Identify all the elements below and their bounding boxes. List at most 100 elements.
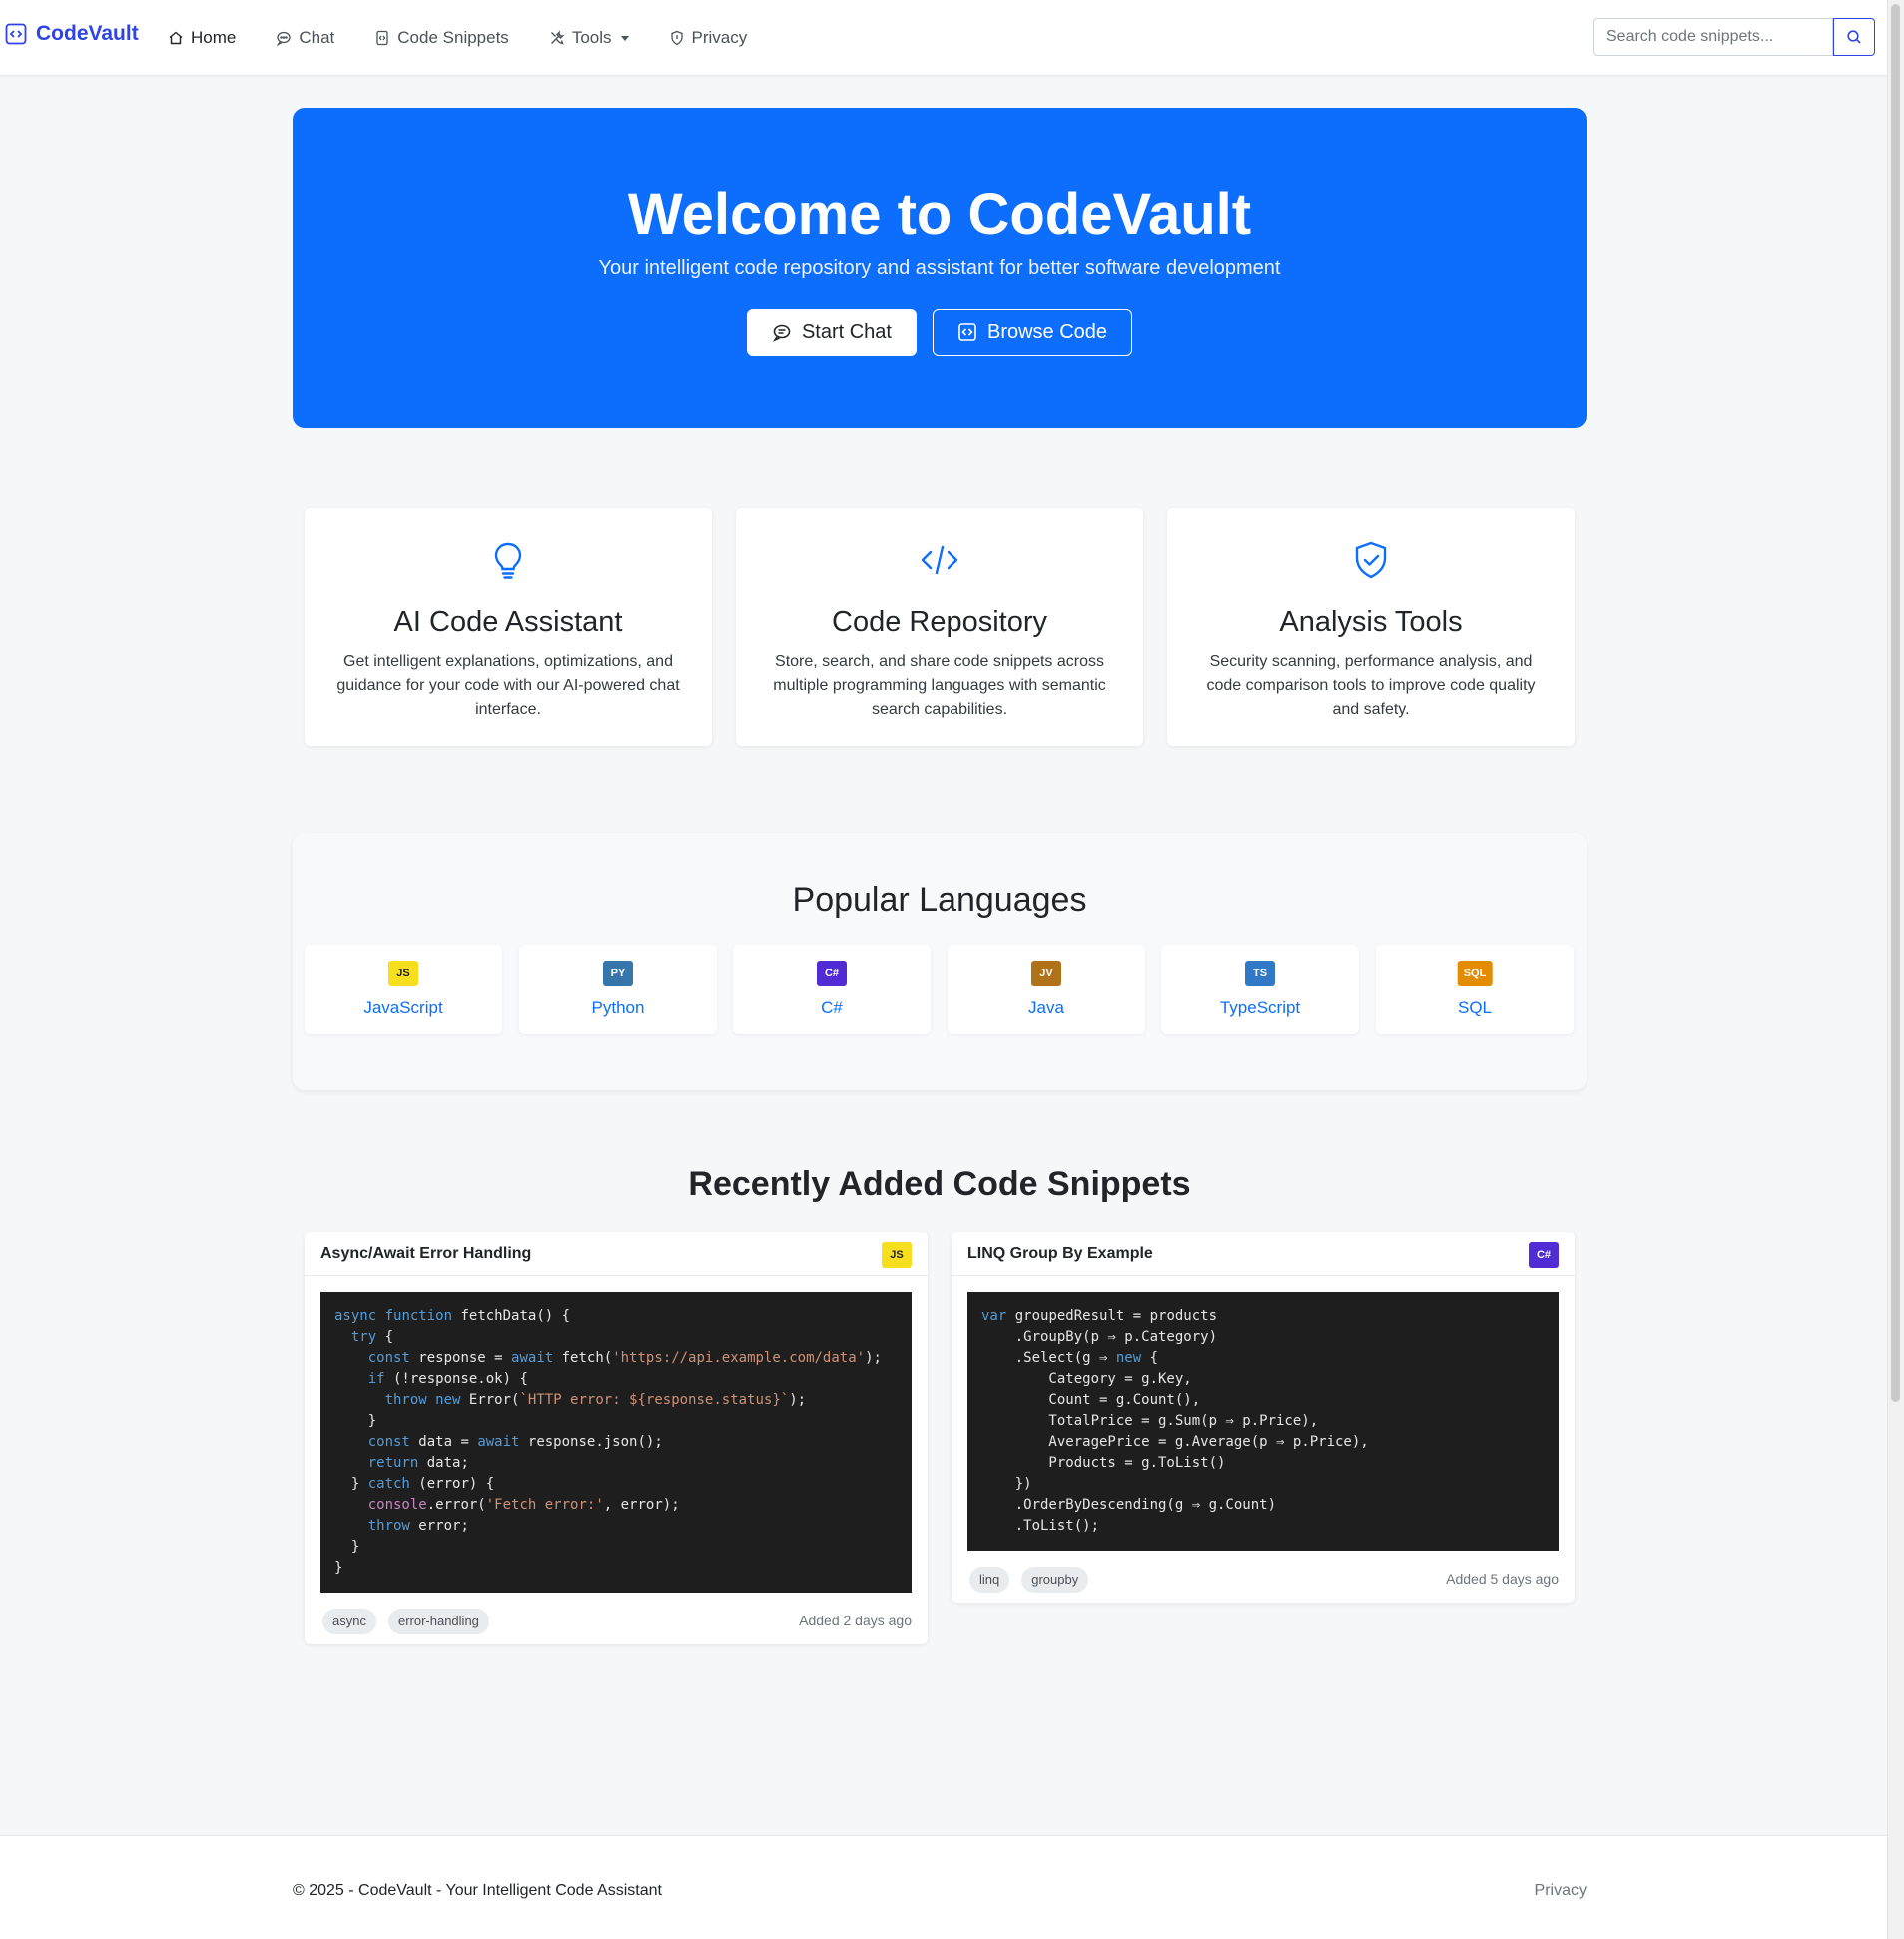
- code-block: async function fetchData() { try { const…: [320, 1292, 912, 1593]
- tools-icon: [550, 30, 565, 45]
- language-card-java[interactable]: JV Java: [948, 945, 1145, 1034]
- nav-chat[interactable]: Chat: [276, 24, 334, 52]
- snippet-card[interactable]: Async/Await Error Handling JS async func…: [305, 1232, 928, 1644]
- caret-down-icon: [620, 35, 629, 41]
- scrollbar-thumb[interactable]: [1891, 4, 1900, 1402]
- tag[interactable]: async: [322, 1609, 376, 1634]
- nav-menu: Home Chat Code Snippets Tools Privacy: [168, 24, 787, 52]
- tag[interactable]: groupby: [1021, 1567, 1089, 1593]
- shield-check-icon: [1355, 541, 1387, 579]
- language-name: Python: [591, 998, 645, 1017]
- code-line: Category = g.Key,: [981, 1371, 1192, 1387]
- snippet-title[interactable]: Async/Await Error Handling: [320, 1245, 531, 1263]
- code-square-icon: [958, 323, 976, 341]
- code-line: } catch (error) {: [334, 1476, 495, 1492]
- tag[interactable]: error-handling: [387, 1609, 489, 1634]
- code-block: var groupedResult = products .GroupBy(p …: [967, 1292, 1559, 1551]
- code-line: }): [981, 1476, 1032, 1492]
- search-form: [1593, 18, 1875, 56]
- navbar: CodeVault Home Chat Code Snippets Tools …: [0, 0, 1887, 76]
- snippet-header: Async/Await Error Handling JS: [305, 1232, 928, 1276]
- language-badge: SQL: [1457, 961, 1493, 986]
- lightbulb-icon: [494, 542, 522, 579]
- nav-home[interactable]: Home: [168, 24, 236, 52]
- code-line: .OrderByDescending(g ⇒ g.Count): [981, 1497, 1277, 1513]
- language-name: C#: [821, 998, 843, 1017]
- language-badge: JS: [388, 961, 418, 986]
- house-icon: [169, 31, 183, 45]
- snippet-footer: linq groupby Added 5 days ago: [952, 1551, 1575, 1603]
- language-name: TypeScript: [1219, 998, 1301, 1017]
- feature-title: AI Code Assistant: [393, 606, 623, 638]
- feature-text: Get intelligent explanations, optimizati…: [336, 653, 680, 718]
- start-chat-button[interactable]: Start Chat: [746, 309, 917, 356]
- feature-text: Security scanning, performance analysis,…: [1206, 653, 1536, 718]
- file-code-icon: [376, 30, 388, 46]
- tag-list: linq groupby: [969, 1567, 1089, 1593]
- popular-languages-section: Popular Languages JS JavaScript PY Pytho…: [293, 833, 1587, 1090]
- nav-tools-dropdown[interactable]: Tools: [549, 24, 629, 52]
- language-badge: JV: [1031, 961, 1061, 986]
- snippet-title[interactable]: LINQ Group By Example: [967, 1245, 1153, 1263]
- code-line: Count = g.Count(),: [981, 1392, 1201, 1408]
- hero-actions: Start Chat Browse Code: [293, 309, 1587, 356]
- feature-card-analysis-tools: Analysis Tools Security scanning, perfor…: [1167, 508, 1575, 746]
- code-line: }: [334, 1413, 377, 1429]
- footer-privacy-link[interactable]: Privacy: [1535, 1882, 1587, 1900]
- shield-icon: [670, 30, 683, 46]
- copyright: © 2025 - CodeVault - Your Intelligent Co…: [293, 1882, 662, 1899]
- chat-icon: [277, 31, 292, 46]
- search-icon: [1847, 30, 1861, 44]
- language-card-javascript[interactable]: JS JavaScript: [305, 945, 502, 1034]
- feature-card-code-repository: Code Repository Store, search, and share…: [736, 508, 1143, 746]
- code-line: console.error('Fetch error:', error);: [367, 1497, 680, 1513]
- code-line: const response = await fetch('https://ap…: [367, 1350, 882, 1366]
- feature-title: Code Repository: [832, 606, 1047, 638]
- language-name: JavaScript: [363, 998, 443, 1017]
- language-badge: C#: [817, 961, 847, 986]
- section-title: Popular Languages: [792, 881, 1087, 919]
- search-input[interactable]: [1593, 18, 1833, 56]
- tag-list: async error-handling: [322, 1609, 489, 1634]
- code-line: const data = await response.json();: [367, 1434, 663, 1450]
- nav-code-snippets[interactable]: Code Snippets: [374, 24, 509, 52]
- code-square-icon: [5, 23, 27, 45]
- added-date: Added 2 days ago: [799, 1613, 912, 1628]
- browse-code-button[interactable]: Browse Code: [932, 309, 1133, 356]
- added-date: Added 5 days ago: [1446, 1571, 1559, 1587]
- snippet-card[interactable]: LINQ Group By Example C# var groupedResu…: [952, 1232, 1575, 1603]
- code-line: .ToList();: [981, 1518, 1100, 1534]
- code-line: }: [334, 1539, 360, 1555]
- code-line: try {: [350, 1329, 394, 1345]
- code-slash-icon: [921, 545, 958, 575]
- feature-card-ai-assistant: AI Code Assistant Get intelligent explan…: [305, 508, 712, 746]
- code-line: throw new Error(`HTTP error: ${response.…: [384, 1392, 807, 1408]
- language-card-csharp[interactable]: C# C#: [733, 945, 931, 1034]
- hero-subtitle: Your intelligent code repository and ass…: [598, 257, 1281, 279]
- language-card-python[interactable]: PY Python: [519, 945, 717, 1034]
- brand-link[interactable]: CodeVault: [4, 22, 139, 46]
- language-card-sql[interactable]: SQL SQL: [1376, 945, 1574, 1034]
- language-name: SQL: [1457, 998, 1493, 1017]
- start-chat-label: Start Chat: [801, 321, 892, 343]
- nav-tools-label: Tools: [571, 28, 612, 47]
- code-line: var groupedResult = products: [981, 1308, 1218, 1324]
- code-line: throw error;: [367, 1518, 469, 1534]
- hero-title: Welcome to CodeVault: [627, 182, 1252, 247]
- code-line: .Select(g ⇒ new {: [981, 1350, 1159, 1366]
- hero-banner: Welcome to CodeVault Your intelligent co…: [293, 108, 1587, 428]
- code-line: .GroupBy(p ⇒ p.Category): [981, 1329, 1218, 1345]
- search-button[interactable]: [1833, 18, 1875, 56]
- snippet-header: LINQ Group By Example C#: [952, 1232, 1575, 1276]
- snippet-footer: async error-handling Added 2 days ago: [305, 1593, 928, 1644]
- code-line: Products = g.ToList(): [981, 1455, 1226, 1471]
- browse-code-label: Browse Code: [986, 321, 1108, 343]
- code-line: }: [334, 1560, 343, 1576]
- code-line: AveragePrice = g.Average(p ⇒ p.Price),: [981, 1434, 1369, 1450]
- tag[interactable]: linq: [969, 1567, 1010, 1593]
- language-card-typescript[interactable]: TS TypeScript: [1161, 945, 1359, 1034]
- code-line: async function fetchData() {: [334, 1308, 571, 1324]
- chat-square-icon: [772, 324, 791, 342]
- nav-privacy[interactable]: Privacy: [669, 24, 747, 52]
- language-badge: TS: [1245, 961, 1275, 986]
